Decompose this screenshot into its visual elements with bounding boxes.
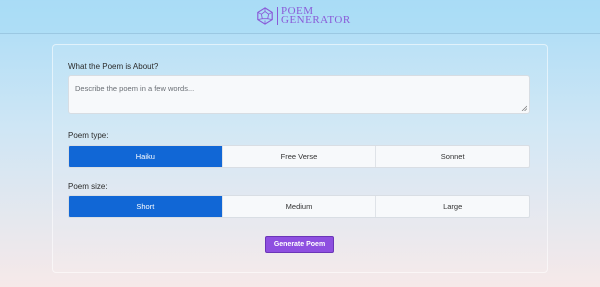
poem-type-label: Poem type: bbox=[68, 131, 109, 140]
poem-type-selector: Haiku Free Verse Sonnet bbox=[68, 145, 530, 168]
poem-type-option-free-verse[interactable]: Free Verse bbox=[221, 146, 376, 167]
logo-line-2: GENERATOR bbox=[281, 14, 351, 26]
topic-placeholder: Describe the poem in a few words... bbox=[75, 84, 195, 93]
poem-type-option-haiku[interactable]: Haiku bbox=[69, 146, 222, 167]
generate-poem-button[interactable]: Generate Poem bbox=[265, 236, 334, 253]
logo-text: POEM GENERATOR bbox=[277, 6, 351, 26]
poem-size-option-large[interactable]: Large bbox=[375, 196, 529, 217]
app-logo[interactable]: POEM GENERATOR bbox=[256, 5, 351, 27]
dodecahedron-icon bbox=[257, 7, 273, 25]
poem-size-option-medium[interactable]: Medium bbox=[221, 196, 376, 217]
topic-label: What the Poem is About? bbox=[68, 62, 159, 71]
topic-input[interactable]: Describe the poem in a few words... bbox=[68, 75, 530, 114]
top-bar: POEM GENERATOR bbox=[0, 0, 600, 34]
poem-size-selector: Short Medium Large bbox=[68, 195, 530, 218]
poem-type-option-sonnet[interactable]: Sonnet bbox=[375, 146, 529, 167]
poem-size-label: Poem size: bbox=[68, 182, 108, 191]
poem-size-option-short[interactable]: Short bbox=[69, 196, 222, 217]
resize-handle-icon[interactable] bbox=[521, 105, 527, 111]
